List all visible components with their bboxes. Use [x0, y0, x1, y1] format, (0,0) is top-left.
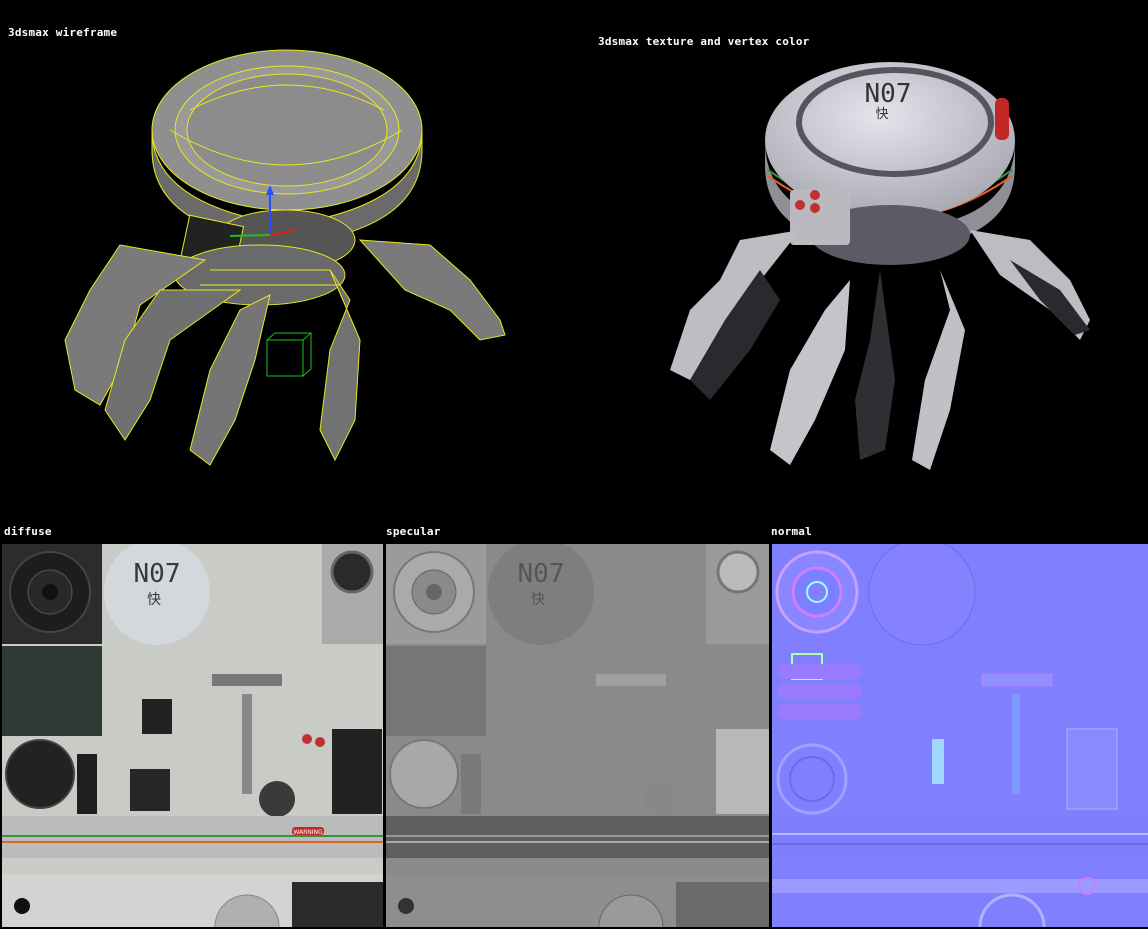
- specular-number-text: N07: [518, 559, 565, 589]
- normal-label: normal: [771, 525, 812, 538]
- specular-label: specular: [386, 525, 441, 538]
- specular-glyph-text: 快: [531, 592, 545, 608]
- diffuse-texture-map: N07 快 WARNING: [2, 544, 383, 927]
- diffuse-label: diffuse: [4, 525, 52, 538]
- diffuse-number-text: N07: [134, 559, 181, 589]
- textured-robot-render: N07 快: [650, 50, 1110, 480]
- diffuse-glyph-text: 快: [147, 592, 161, 608]
- wireframe-view-label: 3dsmax wireframe: [8, 26, 118, 39]
- wireframe-robot-render: [30, 40, 530, 480]
- specular-texture-map: N07 快: [386, 544, 769, 927]
- textured-view-label: 3dsmax texture and vertex color: [598, 35, 810, 48]
- diffuse-warning-text: WARNING: [293, 829, 323, 836]
- normal-texture-map: [772, 544, 1148, 927]
- render-number-text: N07: [865, 79, 912, 109]
- render-glyph-text: 快: [875, 107, 888, 122]
